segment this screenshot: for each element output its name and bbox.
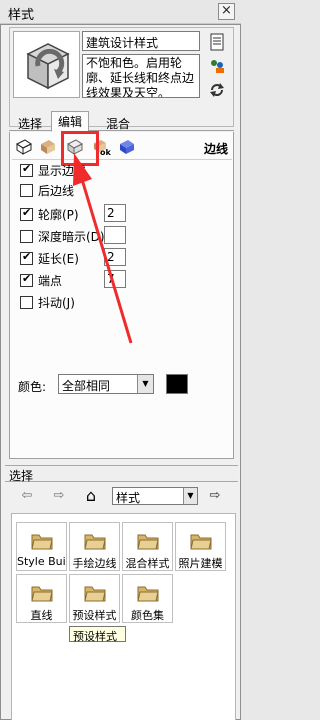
jitter-checkbox[interactable] bbox=[20, 296, 33, 309]
style-thumbnail bbox=[13, 31, 80, 98]
show-edges-label: 显示边线 bbox=[38, 164, 87, 178]
edge-color-swatch[interactable] bbox=[166, 374, 188, 394]
show-edges-option[interactable]: 显示边线 bbox=[20, 162, 86, 179]
svg-text:ok: ok bbox=[100, 148, 111, 156]
folder-label: 颜色集 bbox=[131, 609, 164, 622]
folder-icon bbox=[84, 534, 106, 550]
folder-label: 照片建模 bbox=[178, 557, 223, 570]
details-arrow-icon[interactable]: ⇨ bbox=[207, 487, 223, 503]
profiles-checkbox[interactable] bbox=[20, 206, 33, 221]
endpoints-label: 端点 bbox=[38, 274, 63, 288]
extension-checkbox[interactable] bbox=[20, 250, 33, 265]
edge-color-select[interactable]: 全部相同 ▼ bbox=[58, 374, 154, 394]
color-label: 颜色: bbox=[18, 380, 47, 394]
profiles-option[interactable]: 轮廓(P) bbox=[20, 206, 79, 223]
back-edges-option[interactable]: 后边线 bbox=[20, 182, 74, 199]
title-bar: 样式 × bbox=[0, 0, 241, 24]
folder-icon bbox=[31, 586, 53, 602]
profiles-width-input[interactable]: 2 bbox=[104, 204, 126, 222]
styles-panel: 建筑设计样式 不饱和色。启用轮廓、延长线和终点边线效果及天空。 选择 编辑 混合 bbox=[0, 24, 241, 720]
style-library-grid: Style Buil 手绘边线 混合样式 照片建模 直线 预设样式 颜色集 预设… bbox=[11, 513, 236, 720]
folder-tooltip: 预设样式 bbox=[69, 626, 126, 643]
extension-option[interactable]: 延长(E) bbox=[20, 250, 79, 267]
section-label: 边线 bbox=[203, 142, 228, 156]
back-arrow-icon[interactable]: ⇦ bbox=[19, 487, 35, 503]
endpoints-checkbox[interactable] bbox=[20, 272, 33, 287]
folder-label: 手绘边线 bbox=[72, 557, 117, 570]
folder-item[interactable]: 照片建模 bbox=[175, 522, 226, 571]
folder-item[interactable]: 手绘边线 bbox=[69, 522, 120, 571]
jitter-option[interactable]: 抖动(J) bbox=[20, 294, 75, 311]
window-title: 样式 bbox=[8, 8, 35, 23]
tab-edit[interactable]: 编辑 bbox=[51, 111, 90, 132]
edit-tool-row: ok 边线 bbox=[12, 131, 232, 166]
back-edges-label: 后边线 bbox=[38, 184, 75, 198]
folder-item[interactable]: 预设样式 bbox=[69, 574, 120, 623]
library-select[interactable]: 样式 ▼ bbox=[112, 487, 198, 505]
select-section-header: 选择 bbox=[5, 465, 238, 483]
back-edges-checkbox[interactable] bbox=[20, 184, 33, 197]
face-settings-icon[interactable] bbox=[38, 137, 58, 157]
depth-cue-label: 深度暗示(D) bbox=[38, 230, 105, 244]
folder-icon bbox=[84, 586, 106, 602]
show-edges-checkbox[interactable] bbox=[20, 162, 33, 177]
tab-mix[interactable]: 混合 bbox=[99, 113, 137, 131]
folder-icon bbox=[31, 534, 53, 550]
close-button[interactable]: × bbox=[218, 3, 235, 20]
endpoints-option[interactable]: 端点 bbox=[20, 272, 62, 289]
folder-item[interactable]: 颜色集 bbox=[122, 574, 173, 623]
library-select-value: 样式 bbox=[116, 491, 141, 505]
edge-color-value: 全部相同 bbox=[62, 379, 111, 393]
folder-label: 混合样式 bbox=[125, 557, 170, 570]
edit-tab-body: ok 边线 显示边线 后边线 轮廓(P) 2 深度暗示(D) bbox=[9, 131, 234, 459]
profiles-label: 轮廓(P) bbox=[38, 208, 79, 222]
folder-label: Style Buil bbox=[17, 555, 66, 568]
folder-icon bbox=[137, 586, 159, 602]
home-icon[interactable]: ⌂ bbox=[83, 486, 99, 505]
create-new-style-icon[interactable] bbox=[208, 32, 226, 52]
folder-item[interactable]: 混合样式 bbox=[122, 522, 173, 571]
extension-length-input[interactable]: 2 bbox=[104, 248, 126, 266]
style-tabs: 选择 编辑 混合 bbox=[9, 111, 234, 132]
extension-label: 延长(E) bbox=[38, 252, 79, 266]
depth-cue-input[interactable] bbox=[104, 226, 126, 244]
tab-select[interactable]: 选择 bbox=[11, 113, 49, 131]
chevron-down-icon[interactable]: ▼ bbox=[183, 488, 197, 504]
style-description-field[interactable]: 不饱和色。启用轮廓、延长线和终点边线效果及天空。 bbox=[82, 54, 200, 98]
jitter-label: 抖动(J) bbox=[38, 296, 75, 310]
chevron-down-icon[interactable]: ▼ bbox=[137, 375, 153, 393]
modeling-settings-icon[interactable] bbox=[117, 137, 137, 157]
endpoints-length-input[interactable]: 7 bbox=[104, 270, 126, 288]
update-style-icon[interactable] bbox=[208, 56, 226, 76]
library-nav-row: ⇦ ⇨ ⌂ 样式 ▼ ⇨ bbox=[5, 481, 238, 509]
depth-cue-option[interactable]: 深度暗示(D) bbox=[20, 228, 105, 245]
folder-label: 预设样式 bbox=[72, 609, 117, 622]
edge-settings-icon[interactable] bbox=[14, 137, 34, 157]
folder-icon bbox=[190, 534, 212, 550]
forward-arrow-icon[interactable]: ⇨ bbox=[51, 487, 67, 503]
depth-cue-checkbox[interactable] bbox=[20, 230, 33, 243]
folder-label: 直线 bbox=[30, 609, 53, 622]
folder-icon bbox=[137, 534, 159, 550]
annotation-highlight-box bbox=[61, 131, 99, 166]
style-name-input[interactable]: 建筑设计样式 bbox=[82, 31, 200, 51]
refresh-icon[interactable] bbox=[208, 80, 226, 100]
folder-item[interactable]: 直线 bbox=[16, 574, 67, 623]
folder-item[interactable]: Style Buil bbox=[16, 522, 67, 571]
